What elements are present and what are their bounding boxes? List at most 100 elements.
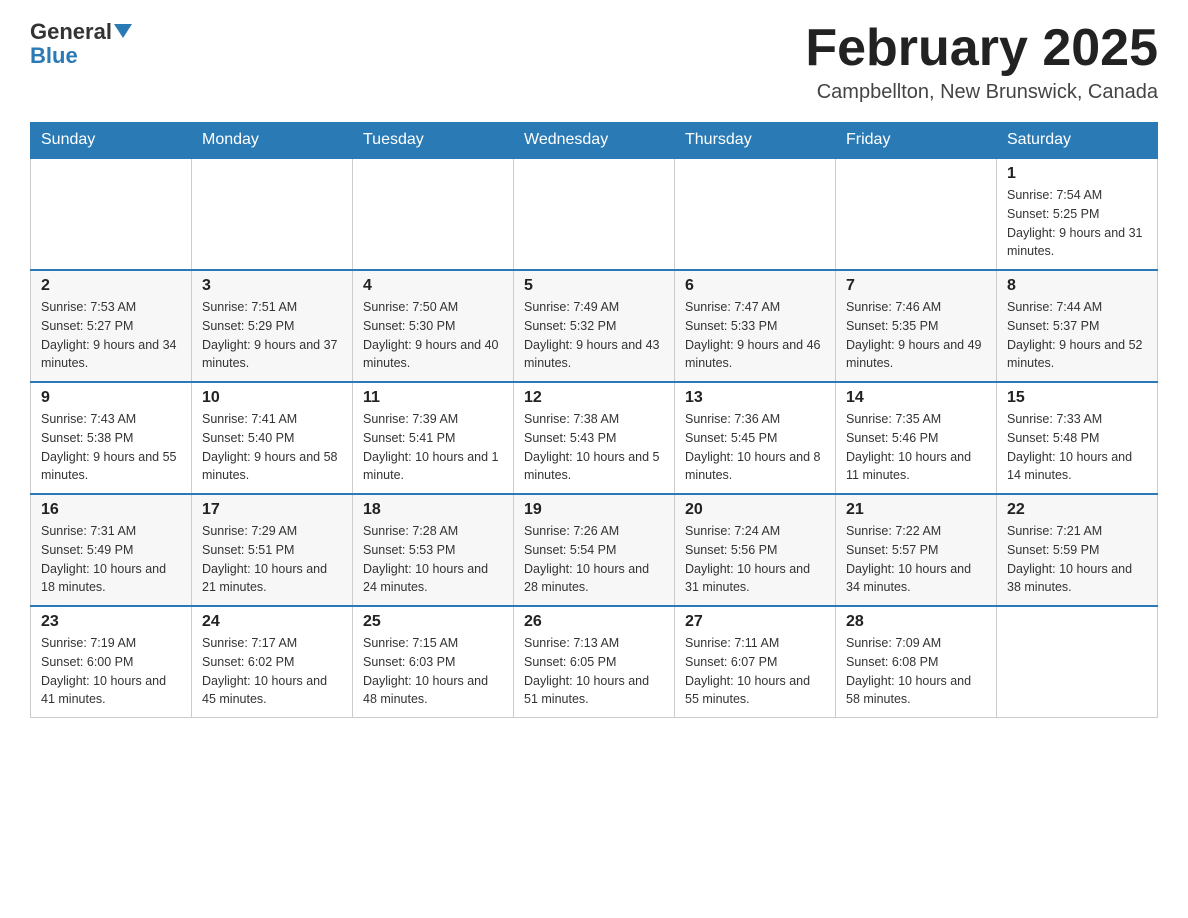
header-thursday: Thursday [675,123,836,159]
day-number: 4 [363,277,503,295]
table-row: 6 Sunrise: 7:47 AMSunset: 5:33 PMDaylight… [675,270,836,382]
day-info: Sunrise: 7:35 AMSunset: 5:46 PMDaylight:… [846,410,986,485]
calendar-table: Sunday Monday Tuesday Wednesday Thursday… [30,122,1158,718]
calendar-body: 1 Sunrise: 7:54 AMSunset: 5:25 PMDaylight… [31,158,1158,718]
day-info: Sunrise: 7:22 AMSunset: 5:57 PMDaylight:… [846,522,986,597]
day-number: 23 [41,613,181,631]
day-number: 28 [846,613,986,631]
table-row: 16 Sunrise: 7:31 AMSunset: 5:49 PMDayligh… [31,494,192,606]
logo-triangle-icon [114,24,132,38]
day-number: 19 [524,501,664,519]
calendar-header: Sunday Monday Tuesday Wednesday Thursday… [31,123,1158,159]
table-row: 23 Sunrise: 7:19 AMSunset: 6:00 PMDayligh… [31,606,192,718]
day-info: Sunrise: 7:49 AMSunset: 5:32 PMDaylight:… [524,298,664,373]
day-number: 11 [363,389,503,407]
day-info: Sunrise: 7:54 AMSunset: 5:25 PMDaylight:… [1007,186,1147,261]
day-info: Sunrise: 7:11 AMSunset: 6:07 PMDaylight:… [685,634,825,709]
table-row [675,158,836,270]
day-number: 7 [846,277,986,295]
day-info: Sunrise: 7:19 AMSunset: 6:00 PMDaylight:… [41,634,181,709]
table-row: 8 Sunrise: 7:44 AMSunset: 5:37 PMDaylight… [997,270,1158,382]
table-row: 11Sunrise: 7:39 AMSunset: 5:41 PMDayligh… [353,382,514,494]
table-row: 22 Sunrise: 7:21 AMSunset: 5:59 PMDayligh… [997,494,1158,606]
header-monday: Monday [192,123,353,159]
table-row: 20Sunrise: 7:24 AMSunset: 5:56 PMDayligh… [675,494,836,606]
table-row: 21 Sunrise: 7:22 AMSunset: 5:57 PMDayligh… [836,494,997,606]
day-info: Sunrise: 7:15 AMSunset: 6:03 PMDaylight:… [363,634,503,709]
day-info: Sunrise: 7:43 AMSunset: 5:38 PMDaylight:… [41,410,181,485]
table-row: 24Sunrise: 7:17 AMSunset: 6:02 PMDayligh… [192,606,353,718]
table-row: 13 Sunrise: 7:36 AMSunset: 5:45 PMDayligh… [675,382,836,494]
day-info: Sunrise: 7:09 AMSunset: 6:08 PMDaylight:… [846,634,986,709]
day-info: Sunrise: 7:26 AMSunset: 5:54 PMDaylight:… [524,522,664,597]
table-row: 19 Sunrise: 7:26 AMSunset: 5:54 PMDayligh… [514,494,675,606]
day-info: Sunrise: 7:29 AMSunset: 5:51 PMDaylight:… [202,522,342,597]
table-row: 18 Sunrise: 7:28 AMSunset: 5:53 PMDayligh… [353,494,514,606]
header-friday: Friday [836,123,997,159]
table-row [836,158,997,270]
table-row: 28 Sunrise: 7:09 AMSunset: 6:08 PMDayligh… [836,606,997,718]
day-info: Sunrise: 7:28 AMSunset: 5:53 PMDaylight:… [363,522,503,597]
day-number: 5 [524,277,664,295]
day-number: 13 [685,389,825,407]
day-info: Sunrise: 7:41 AMSunset: 5:40 PMDaylight:… [202,410,342,485]
day-number: 14 [846,389,986,407]
day-number: 2 [41,277,181,295]
day-number: 21 [846,501,986,519]
day-number: 3 [202,277,342,295]
day-info: Sunrise: 7:47 AMSunset: 5:33 PMDaylight:… [685,298,825,373]
header-sunday: Sunday [31,123,192,159]
page-header: GeneralBlue February 2025 Campbellton, N… [30,20,1158,104]
table-row [192,158,353,270]
day-info: Sunrise: 7:51 AMSunset: 5:29 PMDaylight:… [202,298,342,373]
table-row: 12Sunrise: 7:38 AMSunset: 5:43 PMDayligh… [514,382,675,494]
day-number: 16 [41,501,181,519]
day-info: Sunrise: 7:44 AMSunset: 5:37 PMDaylight:… [1007,298,1147,373]
day-info: Sunrise: 7:13 AMSunset: 6:05 PMDaylight:… [524,634,664,709]
table-row: 4Sunrise: 7:50 AMSunset: 5:30 PMDaylight… [353,270,514,382]
day-info: Sunrise: 7:24 AMSunset: 5:56 PMDaylight:… [685,522,825,597]
day-number: 10 [202,389,342,407]
day-info: Sunrise: 7:46 AMSunset: 5:35 PMDaylight:… [846,298,986,373]
logo-text: GeneralBlue [30,20,132,68]
calendar-week-row: 16 Sunrise: 7:31 AMSunset: 5:49 PMDayligh… [31,494,1158,606]
day-number: 9 [41,389,181,407]
table-row [514,158,675,270]
day-info: Sunrise: 7:33 AMSunset: 5:48 PMDaylight:… [1007,410,1147,485]
day-info: Sunrise: 7:31 AMSunset: 5:49 PMDaylight:… [41,522,181,597]
table-row: 9 Sunrise: 7:43 AMSunset: 5:38 PMDaylight… [31,382,192,494]
table-row: 25 Sunrise: 7:15 AMSunset: 6:03 PMDayligh… [353,606,514,718]
day-number: 26 [524,613,664,631]
month-title: February 2025 [805,20,1158,77]
header-tuesday: Tuesday [353,123,514,159]
table-row: 10 Sunrise: 7:41 AMSunset: 5:40 PMDayligh… [192,382,353,494]
day-number: 22 [1007,501,1147,519]
day-number: 1 [1007,165,1147,183]
table-row: 1 Sunrise: 7:54 AMSunset: 5:25 PMDaylight… [997,158,1158,270]
day-number: 8 [1007,277,1147,295]
day-info: Sunrise: 7:38 AMSunset: 5:43 PMDaylight:… [524,410,664,485]
day-number: 6 [685,277,825,295]
title-section: February 2025 Campbellton, New Brunswick… [805,20,1158,104]
calendar-week-row: 2 Sunrise: 7:53 AMSunset: 5:27 PMDaylight… [31,270,1158,382]
table-row: 2 Sunrise: 7:53 AMSunset: 5:27 PMDaylight… [31,270,192,382]
day-number: 27 [685,613,825,631]
location-text: Campbellton, New Brunswick, Canada [805,81,1158,104]
day-number: 18 [363,501,503,519]
table-row: 7 Sunrise: 7:46 AMSunset: 5:35 PMDaylight… [836,270,997,382]
day-number: 17 [202,501,342,519]
day-info: Sunrise: 7:21 AMSunset: 5:59 PMDaylight:… [1007,522,1147,597]
table-row [997,606,1158,718]
day-info: Sunrise: 7:53 AMSunset: 5:27 PMDaylight:… [41,298,181,373]
table-row: 15 Sunrise: 7:33 AMSunset: 5:48 PMDayligh… [997,382,1158,494]
day-number: 15 [1007,389,1147,407]
day-number: 25 [363,613,503,631]
day-info: Sunrise: 7:36 AMSunset: 5:45 PMDaylight:… [685,410,825,485]
table-row [31,158,192,270]
table-row: 26 Sunrise: 7:13 AMSunset: 6:05 PMDayligh… [514,606,675,718]
table-row: 27 Sunrise: 7:11 AMSunset: 6:07 PMDayligh… [675,606,836,718]
day-info: Sunrise: 7:17 AMSunset: 6:02 PMDaylight:… [202,634,342,709]
calendar-week-row: 1 Sunrise: 7:54 AMSunset: 5:25 PMDaylight… [31,158,1158,270]
table-row: 17 Sunrise: 7:29 AMSunset: 5:51 PMDayligh… [192,494,353,606]
calendar-header-row: Sunday Monday Tuesday Wednesday Thursday… [31,123,1158,159]
